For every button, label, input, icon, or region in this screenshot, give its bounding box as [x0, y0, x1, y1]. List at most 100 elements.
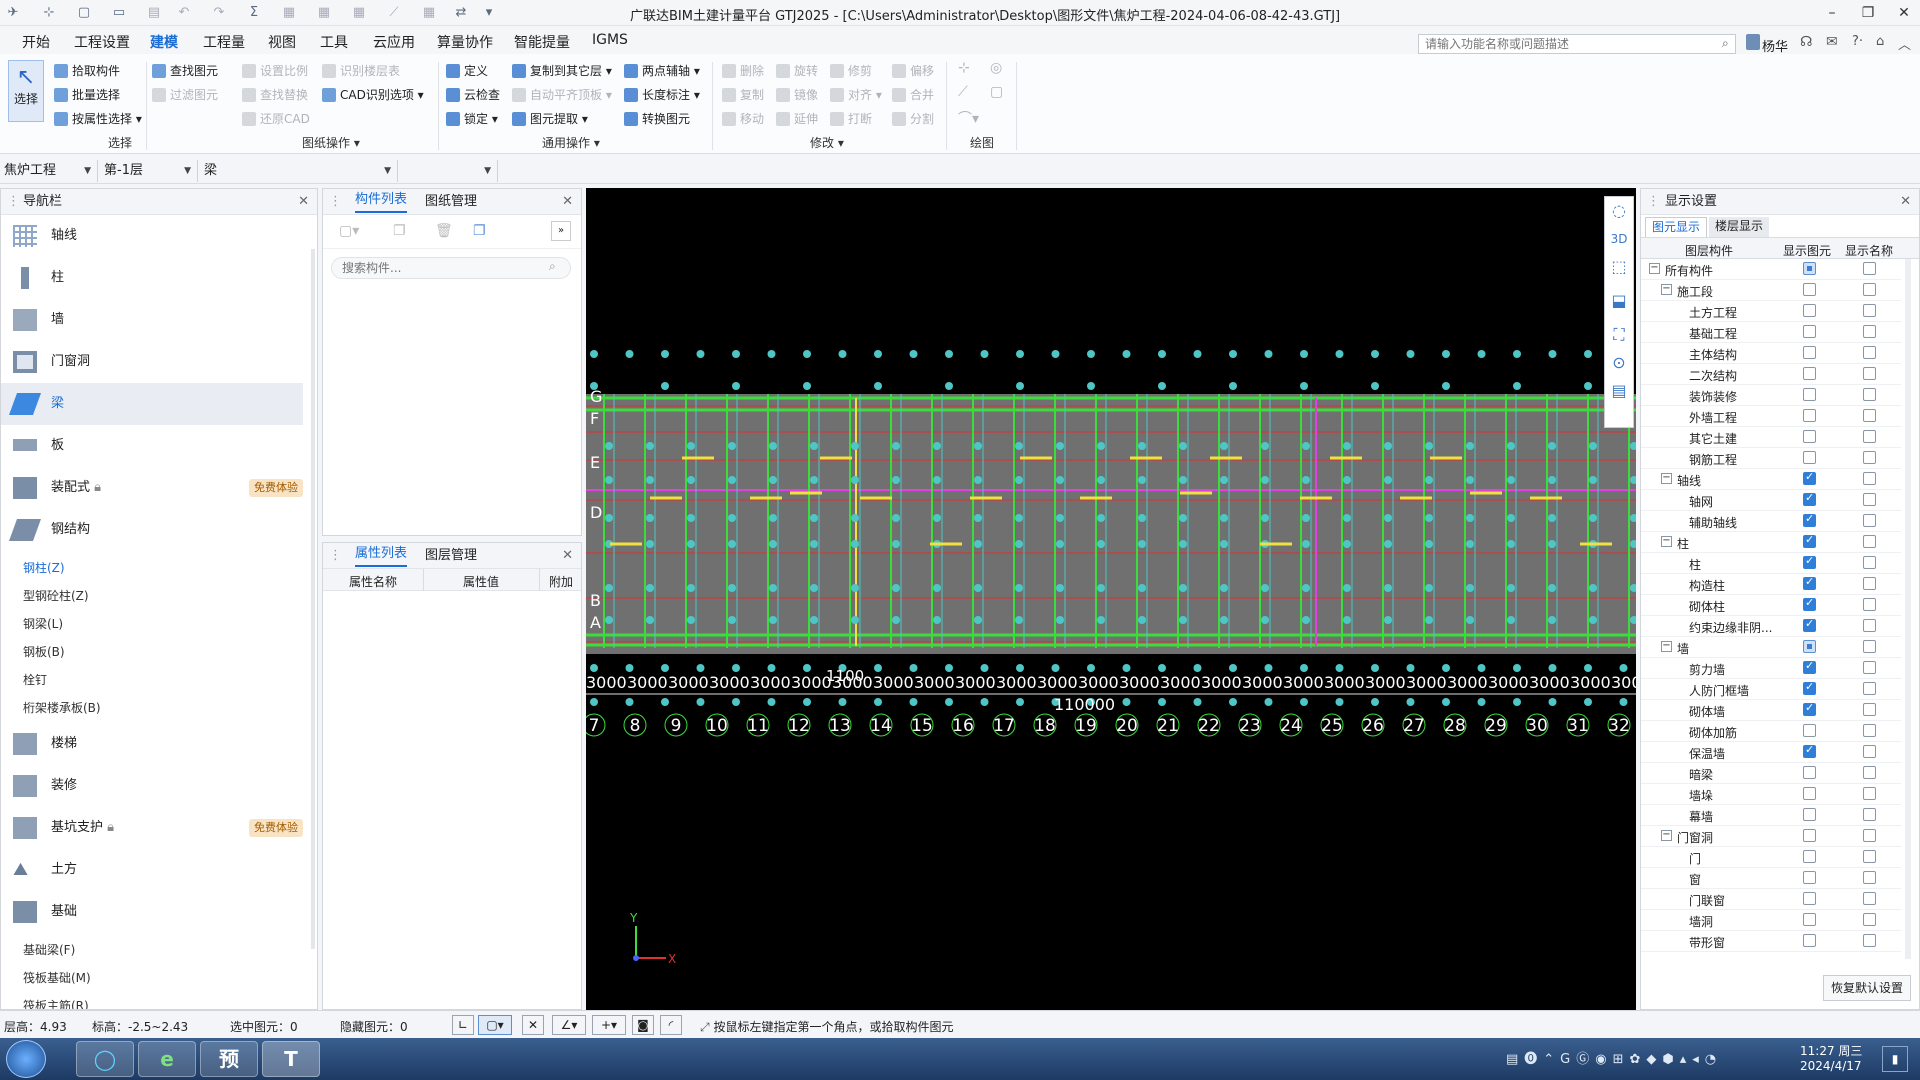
show-name-checkbox[interactable] — [1863, 850, 1876, 863]
show-element-checkbox[interactable] — [1803, 701, 1816, 716]
nav-sub-src-column[interactable]: 型钢砼柱(Z) — [23, 587, 89, 604]
nav-close-icon[interactable]: ✕ — [298, 189, 309, 215]
show-name-checkbox[interactable] — [1863, 388, 1876, 401]
set-scale-button[interactable]: 设置比例 — [242, 60, 308, 82]
restore-button[interactable]: ❐ — [1850, 2, 1886, 24]
menu-collaboration[interactable]: 算量协作 — [437, 32, 493, 52]
define-button[interactable]: 定义 — [446, 60, 488, 82]
show-element-checkbox[interactable] — [1803, 724, 1816, 737]
drawing-canvas[interactable]: G F E D B A 3000 3000 3000 3000 3000 3000 3000 3000 30… — [586, 188, 1636, 1010]
nav-sub-truss-deck[interactable]: 桁架楼承板(B) — [23, 699, 101, 716]
show-name-checkbox[interactable] — [1863, 619, 1876, 632]
rotate-button[interactable]: 旋转 — [776, 60, 818, 82]
nav-item-opening[interactable]: 门窗洞 — [1, 341, 303, 383]
minimize-button[interactable]: – — [1814, 2, 1850, 24]
cloud-check-button[interactable]: 云检查 — [446, 84, 500, 106]
nav-sub-steel-plate[interactable]: 钢板(B) — [23, 643, 65, 660]
align-button[interactable]: 对齐 ▾ — [830, 84, 882, 106]
drag-handle-icon[interactable]: ⋮ — [329, 543, 342, 569]
tree-toggle-icon[interactable]: − — [1661, 284, 1672, 295]
layout-icon[interactable]: ▦ — [420, 4, 438, 22]
fit-view-icon[interactable]: ⛶ — [1605, 321, 1633, 349]
show-element-checkbox[interactable] — [1803, 934, 1816, 947]
selection-icon[interactable]: ◙ — [632, 1015, 654, 1035]
report-icon[interactable]: ▦ — [280, 4, 298, 22]
show-element-checkbox[interactable] — [1803, 533, 1816, 548]
show-name-checkbox[interactable] — [1863, 934, 1876, 947]
nav-item-beam[interactable]: 梁 — [1, 383, 303, 425]
nav-item-pit-support[interactable]: 基坑支护 🔒︎ 免费体验 — [1, 807, 303, 849]
convert-element-button[interactable]: 转换图元 — [624, 108, 690, 130]
tree-toggle-icon[interactable]: − — [1661, 473, 1672, 484]
show-name-checkbox[interactable] — [1863, 577, 1876, 590]
show-name-checkbox[interactable] — [1863, 430, 1876, 443]
show-name-checkbox[interactable] — [1863, 367, 1876, 380]
nav-item-axis[interactable]: 轴线 — [1, 215, 303, 257]
tab-drawing-management[interactable]: 图纸管理 — [425, 189, 477, 215]
show-element-checkbox[interactable] — [1803, 787, 1816, 800]
taskbar-app-pre[interactable]: 预 — [200, 1041, 258, 1077]
show-element-checkbox[interactable] — [1803, 346, 1816, 359]
undo-icon[interactable]: ↶ — [175, 4, 193, 22]
save-icon[interactable]: ▤ — [145, 4, 163, 22]
clipboard-icon[interactable]: ▤ — [1605, 377, 1633, 405]
sub-type-select[interactable]: ▼ — [400, 160, 498, 182]
show-desktop-button[interactable]: ▮ — [1882, 1046, 1908, 1072]
smart-layout-icon[interactable]: ◎ — [990, 60, 1002, 76]
nav-item-foundation[interactable]: 基础 — [1, 891, 303, 933]
drag-handle-icon[interactable]: ⋮ — [1647, 189, 1660, 215]
nav-sub-raft[interactable]: 筏板基础(M) — [23, 969, 91, 986]
show-name-checkbox[interactable] — [1863, 892, 1876, 905]
taskbar-app-gtj[interactable]: T — [262, 1041, 320, 1077]
offset-input-icon[interactable]: +▾ — [592, 1015, 626, 1035]
show-element-checkbox[interactable] — [1803, 808, 1816, 821]
tab-layer-management[interactable]: 图层管理 — [425, 543, 477, 569]
redo-icon[interactable]: ↷ — [210, 4, 228, 22]
nav-item-slab[interactable]: 板 — [1, 425, 303, 467]
split-button[interactable]: 分割 — [892, 108, 934, 130]
nav-sub-foundation-beam[interactable]: 基础梁(F) — [23, 941, 75, 958]
show-name-checkbox[interactable] — [1863, 808, 1876, 821]
offset-button[interactable]: 偏移 — [892, 60, 934, 82]
show-name-checkbox[interactable] — [1863, 913, 1876, 926]
delete-button[interactable]: 删除 — [722, 60, 764, 82]
show-name-checkbox[interactable] — [1863, 514, 1876, 527]
show-name-checkbox[interactable] — [1863, 325, 1876, 338]
drag-handle-icon[interactable]: ⋮ — [329, 189, 342, 215]
show-name-checkbox[interactable] — [1863, 493, 1876, 506]
drag-handle-icon[interactable]: ⋮ — [7, 189, 20, 215]
show-element-checkbox[interactable] — [1803, 829, 1816, 842]
find-element-button[interactable]: 查找图元 — [152, 60, 218, 82]
show-element-checkbox[interactable] — [1803, 512, 1816, 527]
show-element-checkbox[interactable] — [1803, 850, 1816, 863]
function-search-input[interactable] — [1418, 34, 1736, 54]
app-logo-icon[interactable]: ✈ — [4, 4, 22, 22]
cad-options-button[interactable]: CAD识别选项 ▾ — [322, 84, 424, 106]
sum-icon[interactable]: Σ — [245, 4, 263, 22]
sync-icon[interactable]: ⇄ — [452, 4, 470, 22]
show-element-checkbox[interactable] — [1803, 554, 1816, 569]
show-element-checkbox[interactable] — [1803, 871, 1816, 884]
component-search-input[interactable] — [331, 257, 571, 279]
target-icon[interactable]: ⊙ — [1605, 349, 1633, 377]
show-element-checkbox[interactable] — [1803, 304, 1816, 317]
select-big-button[interactable]: ↖ 选择 — [8, 60, 44, 122]
length-dimension-button[interactable]: 长度标注 ▾ — [624, 84, 700, 106]
show-element-checkbox[interactable] — [1803, 409, 1816, 422]
menu-start[interactable]: 开始 — [22, 32, 50, 52]
show-name-checkbox[interactable] — [1863, 283, 1876, 296]
cross-snap-icon[interactable]: ✕ — [522, 1015, 544, 1035]
display-scrollbar[interactable] — [1905, 259, 1911, 959]
extract-element-button[interactable]: 图元提取 ▾ — [512, 108, 588, 130]
tray-icons[interactable]: ▤⓿⌃GⒼ◉⊞✿◆⬢▴◂◔ — [1506, 1048, 1722, 1067]
user-avatar[interactable] — [1746, 34, 1760, 50]
new-component-icon[interactable]: ▢▾ — [339, 223, 359, 239]
grid-icon[interactable]: ▦ — [350, 4, 368, 22]
search-icon[interactable]: ⌕ — [549, 259, 556, 274]
menu-view[interactable]: 视图 — [268, 32, 296, 52]
headset-icon[interactable]: ☊ — [1800, 34, 1812, 50]
open-file-icon[interactable]: ▭ — [110, 4, 128, 22]
show-element-checkbox[interactable] — [1803, 596, 1816, 611]
show-element-checkbox[interactable] — [1803, 766, 1816, 779]
copy-to-floor-button[interactable]: 复制到其它层 ▾ — [512, 60, 612, 82]
